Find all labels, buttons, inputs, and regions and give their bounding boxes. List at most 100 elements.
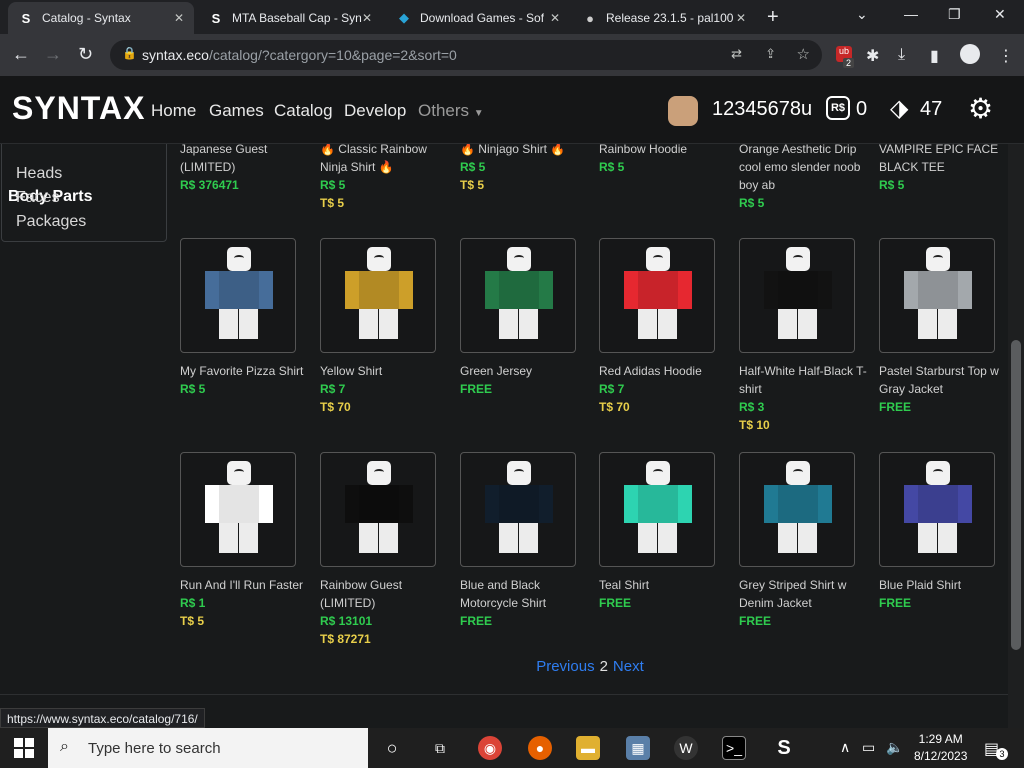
- forward-arrow-icon[interactable]: →: [44, 44, 62, 65]
- network-app-icon[interactable]: ▦: [626, 736, 650, 760]
- syntax-taskbar-icon[interactable]: S: [772, 736, 796, 760]
- item-name[interactable]: 🔥 Ninjago Shirt 🔥: [460, 144, 590, 158]
- catalog-item[interactable]: 🔥 Ninjago Shirt 🔥 R$ 5 T$ 5: [460, 144, 590, 194]
- tab-catalog-syntax[interactable]: S Catalog - Syntax ✕: [8, 2, 194, 34]
- catalog-item[interactable]: Japanese Guest (LIMITED) R$ 376471: [180, 144, 310, 194]
- catalog-item[interactable]: Teal Shirt FREE: [599, 452, 729, 612]
- catalog-item[interactable]: 🔥 Classic Rainbow Ninja Shirt 🔥 R$ 5 T$ 5: [320, 144, 450, 212]
- catalog-item[interactable]: My Favorite Pizza Shirt R$ 5: [180, 238, 310, 398]
- catalog-item[interactable]: Yellow Shirt R$ 7 T$ 70: [320, 238, 450, 416]
- windows-start-icon[interactable]: [14, 738, 34, 758]
- tab-release[interactable]: ● Release 23.1.5 - pal100 ✕: [572, 2, 756, 34]
- user-avatar[interactable]: [668, 96, 698, 126]
- item-name[interactable]: Blue and Black Motorcycle Shirt: [460, 576, 590, 612]
- item-name[interactable]: Rainbow Hoodie: [599, 144, 729, 158]
- item-name[interactable]: Half-White Half-Black T-shirt: [739, 362, 869, 398]
- cortana-circle-icon[interactable]: ○: [380, 736, 404, 760]
- item-thumbnail[interactable]: [739, 452, 855, 567]
- item-thumbnail[interactable]: [180, 452, 296, 567]
- item-name[interactable]: Orange Aesthetic Drip cool emo slender n…: [739, 144, 869, 194]
- catalog-item[interactable]: Blue Plaid Shirt FREE: [879, 452, 1008, 612]
- tab-search-chevron-icon[interactable]: ⌄: [856, 6, 868, 23]
- item-name[interactable]: Red Adidas Hoodie: [599, 362, 729, 380]
- close-tab-icon[interactable]: ✕: [550, 11, 560, 25]
- taskbar-clock[interactable]: 1:29 AM 8/12/2023: [914, 731, 967, 765]
- item-thumbnail[interactable]: [739, 238, 855, 353]
- sidebar-item-packages[interactable]: Packages: [16, 213, 86, 231]
- item-name[interactable]: Blue Plaid Shirt: [879, 576, 1008, 594]
- sidebar-item-heads[interactable]: Heads: [16, 165, 62, 183]
- firefox-taskbar-icon[interactable]: ●: [528, 736, 552, 760]
- close-window-icon[interactable]: ✕: [994, 6, 1006, 23]
- settings-gear-icon[interactable]: ⚙: [968, 92, 993, 125]
- tab-mta-baseball-cap[interactable]: S MTA Baseball Cap - Syn ✕: [198, 2, 382, 34]
- file-explorer-icon[interactable]: ▬: [576, 736, 600, 760]
- item-name[interactable]: Yellow Shirt: [320, 362, 450, 380]
- close-tab-icon[interactable]: ✕: [362, 11, 372, 25]
- item-name[interactable]: Green Jersey: [460, 362, 590, 380]
- tab-download-games[interactable]: ◆ Download Games - Sof ✕: [386, 2, 570, 34]
- task-view-icon[interactable]: ⧉: [428, 736, 452, 760]
- download-icon[interactable]: ⤓: [898, 46, 905, 64]
- restore-window-icon[interactable]: ❐: [948, 6, 961, 23]
- reload-icon[interactable]: ↻: [78, 44, 93, 65]
- new-tab-plus-icon[interactable]: +: [767, 6, 779, 29]
- close-tab-icon[interactable]: ✕: [736, 11, 746, 25]
- translate-icon[interactable]: ⇄: [731, 46, 742, 62]
- catalog-item[interactable]: Half-White Half-Black T-shirt R$ 3 T$ 10: [739, 238, 869, 434]
- item-name[interactable]: Rainbow Guest (LIMITED): [320, 576, 450, 612]
- sidebar-item-faces[interactable]: Faces: [16, 189, 60, 207]
- minimize-icon[interactable]: —: [904, 6, 918, 22]
- taskbar-search-box[interactable]: ⌕ Type here to search: [48, 728, 368, 768]
- nav-others-dropdown[interactable]: Others ▼: [418, 101, 484, 121]
- catalog-item[interactable]: VAMPIRE EPIC FACE BLACK TEE R$ 5: [879, 144, 1008, 194]
- item-thumbnail[interactable]: [599, 238, 715, 353]
- item-thumbnail[interactable]: [320, 452, 436, 567]
- item-thumbnail[interactable]: [460, 238, 576, 353]
- catalog-item[interactable]: Run And I'll Run Faster R$ 1 T$ 5: [180, 452, 310, 630]
- item-thumbnail[interactable]: [599, 452, 715, 567]
- terminal-icon[interactable]: >_: [722, 736, 746, 760]
- volume-icon[interactable]: 🔈: [886, 739, 903, 756]
- extensions-puzzle-icon[interactable]: ✱: [866, 46, 879, 66]
- item-name[interactable]: My Favorite Pizza Shirt: [180, 362, 310, 380]
- page-scrollbar[interactable]: [1008, 144, 1024, 730]
- catalog-item[interactable]: Pastel Starburst Top w Gray Jacket FREE: [879, 238, 1008, 416]
- catalog-item[interactable]: Rainbow Guest (LIMITED) R$ 13101 T$ 87271: [320, 452, 450, 648]
- w-app-icon[interactable]: W: [674, 736, 698, 760]
- item-name[interactable]: Grey Striped Shirt w Denim Jacket: [739, 576, 869, 612]
- catalog-item[interactable]: Grey Striped Shirt w Denim Jacket FREE: [739, 452, 869, 630]
- url-bar[interactable]: 🔒 syntax.eco/catalog/?catergory=10&page=…: [110, 40, 822, 70]
- item-name[interactable]: Pastel Starburst Top w Gray Jacket: [879, 362, 1008, 398]
- catalog-item[interactable]: Blue and Black Motorcycle Shirt FREE: [460, 452, 590, 630]
- previous-page-link[interactable]: Previous: [536, 658, 594, 675]
- nav-develop[interactable]: Develop: [344, 101, 406, 121]
- close-tab-icon[interactable]: ✕: [174, 11, 184, 25]
- item-thumbnail[interactable]: [879, 452, 995, 567]
- nav-games[interactable]: Games: [209, 101, 264, 121]
- browser-menu-kebab-icon[interactable]: ⋮: [998, 46, 1014, 66]
- item-name[interactable]: Run And I'll Run Faster: [180, 576, 310, 594]
- back-arrow-icon[interactable]: ←: [12, 44, 30, 65]
- item-name[interactable]: Japanese Guest (LIMITED): [180, 144, 310, 176]
- nav-home[interactable]: Home: [151, 101, 196, 121]
- item-name[interactable]: Teal Shirt: [599, 576, 729, 594]
- network-icon[interactable]: ▭: [862, 739, 875, 756]
- tray-chevron-up-icon[interactable]: ∧: [840, 739, 850, 756]
- catalog-item[interactable]: Green Jersey FREE: [460, 238, 590, 398]
- username[interactable]: 12345678u: [712, 98, 812, 121]
- catalog-item[interactable]: Red Adidas Hoodie R$ 7 T$ 70: [599, 238, 729, 416]
- bookmark-star-icon[interactable]: ☆: [797, 45, 810, 63]
- side-panel-icon[interactable]: ▮: [930, 46, 939, 66]
- item-thumbnail[interactable]: [180, 238, 296, 353]
- profile-avatar-icon[interactable]: [960, 44, 980, 64]
- item-thumbnail[interactable]: [879, 238, 995, 353]
- item-name[interactable]: VAMPIRE EPIC FACE BLACK TEE: [879, 144, 1008, 176]
- item-thumbnail[interactable]: [460, 452, 576, 567]
- syntax-logo[interactable]: SYNTAX: [12, 90, 145, 127]
- next-page-link[interactable]: Next: [613, 658, 644, 675]
- item-thumbnail[interactable]: [320, 238, 436, 353]
- item-name[interactable]: 🔥 Classic Rainbow Ninja Shirt 🔥: [320, 144, 450, 176]
- chrome-taskbar-icon[interactable]: ◉: [478, 736, 502, 760]
- catalog-item[interactable]: Rainbow Hoodie R$ 5: [599, 144, 729, 176]
